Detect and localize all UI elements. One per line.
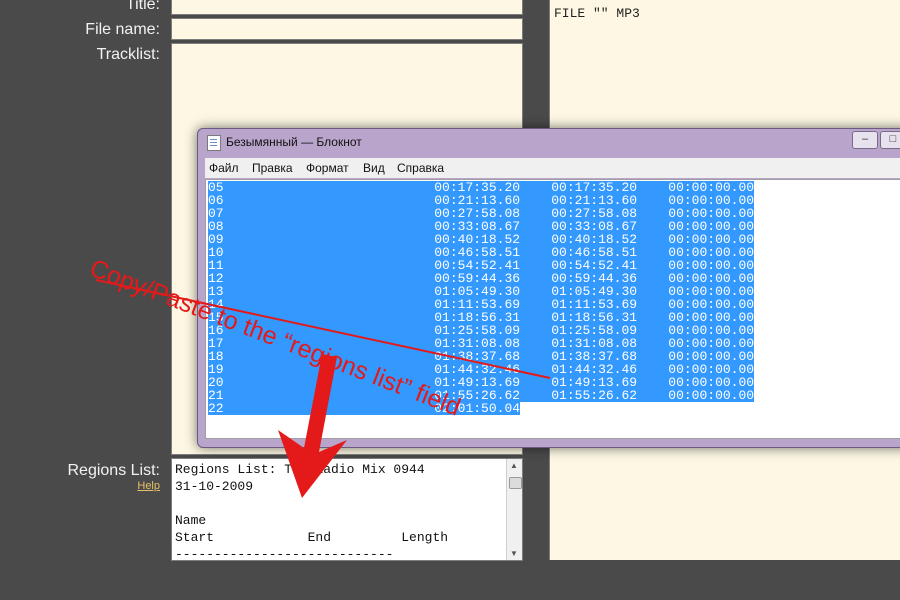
scroll-up-icon[interactable]: ▲ [510, 461, 518, 470]
regions-list-label: Regions List: [67, 462, 161, 479]
title-input[interactable] [171, 0, 523, 15]
notepad-menubar: Файл Правка Формат Вид Справка [205, 158, 900, 178]
regions-scrollbar[interactable]: ▲ ▼ [506, 459, 522, 560]
scroll-down-icon[interactable]: ▼ [510, 549, 518, 558]
menu-item-0[interactable]: Файл [209, 161, 239, 175]
notepad-text-area[interactable]: 05 00:17:35.20 00:17:35.20 00:00:00.00 06… [205, 179, 900, 439]
maximize-button[interactable]: □ [880, 131, 900, 149]
help-link[interactable]: Help [120, 480, 160, 492]
notepad-title: Безымянный — Блокнот [226, 135, 362, 149]
title-label: Title: [125, 0, 160, 13]
menu-item-4[interactable]: Справка [397, 161, 444, 175]
notepad-line: 22 02:01:50.04 [208, 401, 521, 416]
menu-item-1[interactable]: Правка [252, 161, 293, 175]
cue-output-text: FILE "" MP3 [554, 6, 640, 21]
scroll-thumb[interactable] [509, 477, 522, 489]
notepad-window[interactable]: Безымянный — Блокнот – □ Файл Правка Форма… [197, 128, 900, 448]
minimize-button[interactable]: – [852, 131, 878, 149]
tracklist-label: Tracklist: [96, 46, 160, 63]
filename-label: File name: [85, 21, 160, 38]
regions-list-text: Regions List: The Radio Mix 0944 31-10-2… [175, 462, 449, 562]
regions-list-textarea[interactable]: Regions List: The Radio Mix 0944 31-10-2… [171, 458, 523, 562]
notepad-app-icon [207, 135, 221, 151]
filename-input[interactable] [171, 18, 523, 40]
menu-item-2[interactable]: Формат [306, 161, 349, 175]
menu-item-3[interactable]: Вид [363, 161, 385, 175]
